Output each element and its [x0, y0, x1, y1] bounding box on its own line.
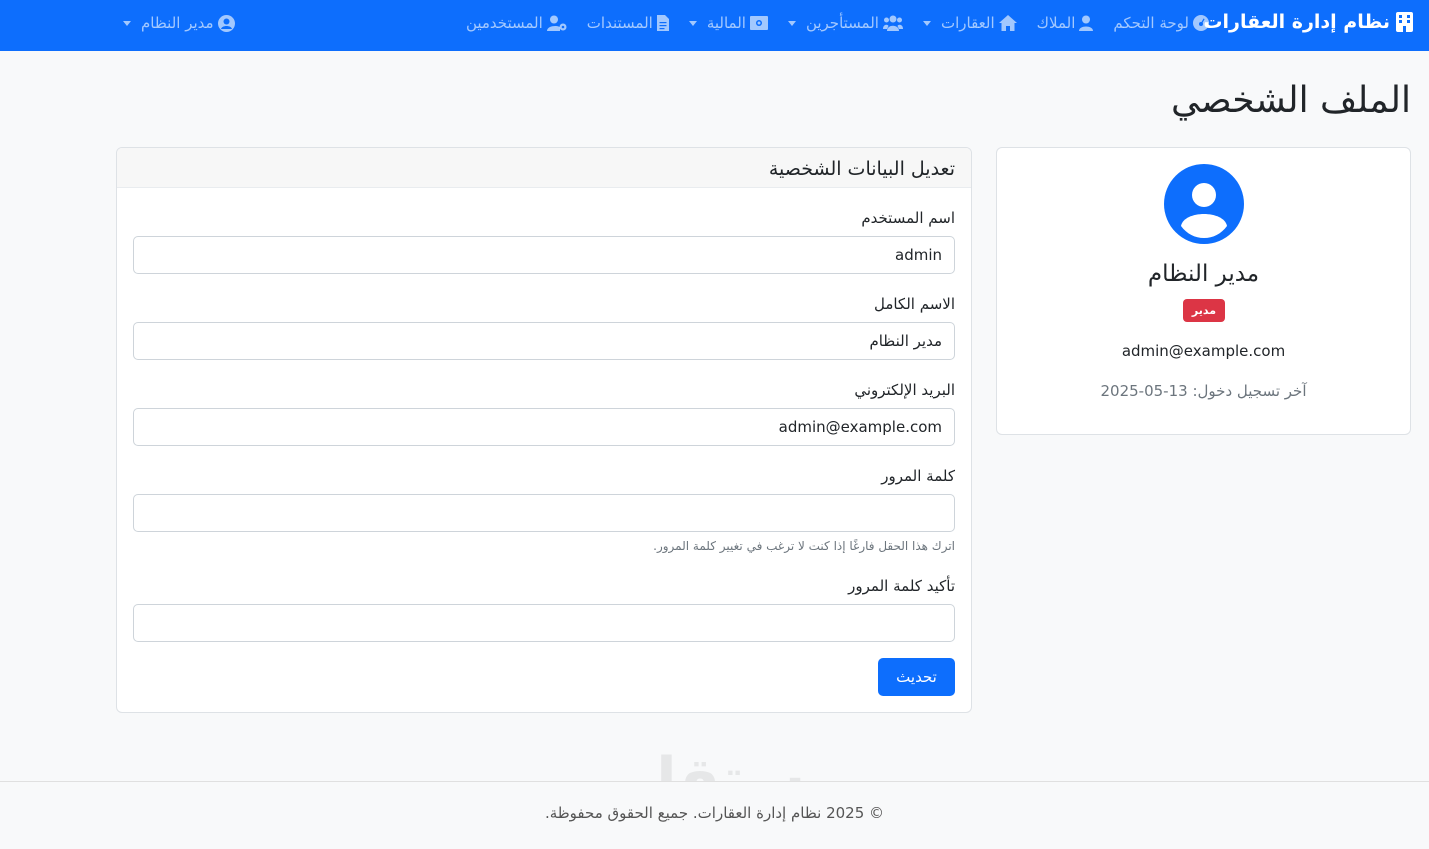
nav-item-finance[interactable]: المالية: [688, 14, 768, 32]
confirm-password-label: تأكيد كلمة المرور: [848, 577, 955, 595]
money-icon: [749, 16, 768, 30]
profile-email: admin@example.com: [1121, 342, 1286, 360]
nav-label: المستخدمين: [465, 14, 543, 32]
chevron-down-icon: [787, 20, 796, 26]
nav-item-documents[interactable]: المستندات: [587, 14, 669, 32]
nav-item-owners[interactable]: الملاك: [1037, 14, 1094, 32]
nav-label: المالية: [706, 14, 746, 32]
document-icon: [656, 15, 669, 31]
users-icon: [882, 15, 903, 31]
page-title: الملف الشخصي: [1171, 80, 1411, 121]
chevron-down-icon: [688, 20, 697, 26]
nav-item-users[interactable]: المستخدمين: [466, 14, 567, 32]
email-input[interactable]: [133, 408, 955, 446]
chevron-down-icon: [123, 20, 131, 26]
edit-profile-card: تعديل البيانات الشخصية اسم المستخدم الاس…: [116, 147, 972, 713]
user-dropdown[interactable]: مدير النظام: [123, 14, 235, 32]
nav-menu: لوحة التحكم الملاك العقارات المستأجرين ا…: [466, 14, 1209, 32]
password-label: كلمة المرور: [881, 467, 955, 485]
fullname-label: الاسم الكامل: [873, 295, 955, 313]
top-navbar: نظام إدارة العقارات لوحة التحكم الملاك ا…: [0, 0, 1429, 51]
username-label: اسم المستخدم: [861, 209, 955, 227]
nav-label: المستأجرين: [805, 14, 879, 32]
nav-label: العقارات: [940, 14, 995, 32]
fullname-input[interactable]: [133, 322, 955, 360]
last-login-text: آخر تسجيل دخول: 2025-05-13: [997, 382, 1410, 400]
password-input[interactable]: [133, 494, 955, 532]
role-badge: مدير: [1183, 299, 1225, 322]
nav-item-properties[interactable]: العقارات: [922, 14, 1017, 32]
card-header: تعديل البيانات الشخصية: [117, 148, 971, 188]
email-label: البريد الإلكتروني: [854, 381, 955, 399]
nav-label: الملاك: [1036, 14, 1076, 32]
last-login-date: 2025-05-13: [1100, 382, 1188, 400]
username-input[interactable]: [133, 236, 955, 274]
user-icon: [1079, 15, 1094, 31]
nav-item-tenants[interactable]: المستأجرين: [787, 14, 903, 32]
confirm-password-input[interactable]: [133, 604, 955, 642]
brand-link[interactable]: نظام إدارة العقارات: [1203, 11, 1413, 33]
user-menu-label: مدير النظام: [141, 14, 214, 32]
building-icon: [1396, 12, 1413, 32]
nav-item-dashboard[interactable]: لوحة التحكم: [1113, 14, 1209, 32]
home-icon: [998, 15, 1017, 31]
nav-label: لوحة التحكم: [1113, 14, 1189, 32]
footer-copyright: © 2025 نظام إدارة العقارات. جميع الحقوق …: [544, 804, 885, 822]
profile-name: مدير النظام: [1147, 261, 1260, 287]
nav-label: المستندات: [586, 14, 653, 32]
profile-summary-card: مدير النظام مدير admin@example.com آخر ت…: [996, 147, 1411, 435]
chevron-down-icon: [922, 20, 931, 26]
footer: © 2025 نظام إدارة العقارات. جميع الحقوق …: [0, 781, 1429, 849]
user-circle-icon: [217, 14, 235, 32]
last-login-label: آخر تسجيل دخول:: [1192, 382, 1307, 400]
users-cog-icon: [546, 15, 567, 31]
user-avatar-icon: [1164, 164, 1244, 244]
brand-text: نظام إدارة العقارات: [1203, 11, 1390, 33]
password-help-text: اترك هذا الحقل فارغًا إذا كنت لا ترغب في…: [653, 539, 955, 553]
update-button[interactable]: تحديث: [878, 658, 955, 696]
dashboard-icon: [1193, 15, 1209, 31]
